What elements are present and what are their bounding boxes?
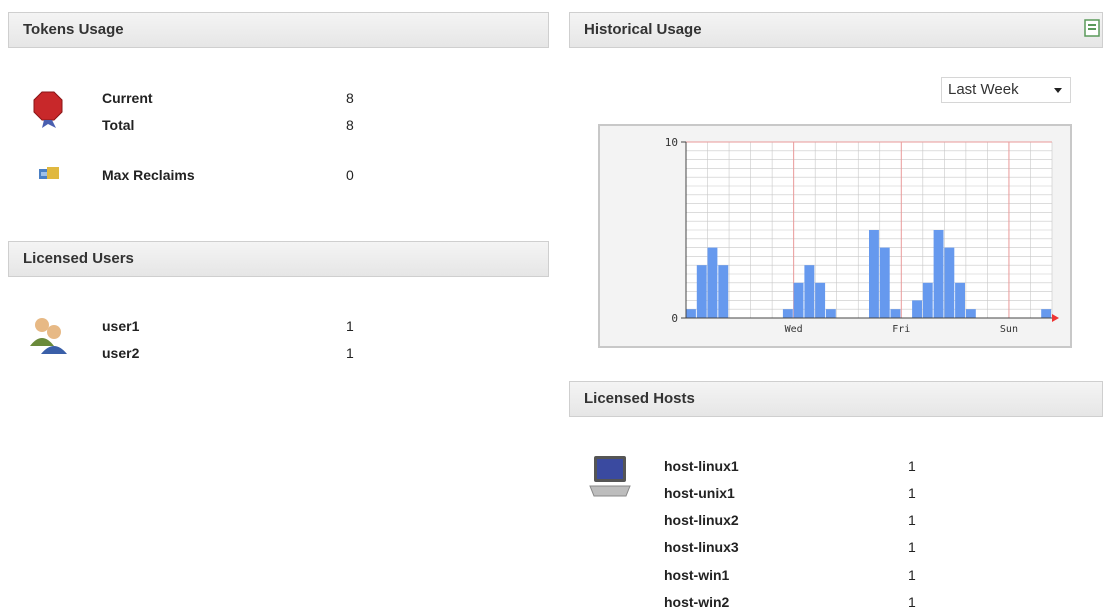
chart-bar — [879, 247, 890, 318]
chart-bar — [718, 265, 729, 318]
host-win2-label: host-win2 — [664, 594, 730, 610]
x-tick-label: Sun — [1000, 324, 1018, 335]
chart-bar — [825, 309, 836, 318]
chart-bar — [696, 265, 707, 318]
host-linux1-label: host-linux1 — [664, 458, 739, 474]
range-select[interactable]: Last Week — [941, 77, 1071, 103]
licensed-users-header: Licensed Users — [8, 241, 549, 277]
token-icon — [33, 91, 63, 128]
chart-bar — [804, 265, 815, 318]
host-linux2-value: 1 — [908, 512, 916, 528]
user1-value: 1 — [346, 318, 354, 334]
max-reclaims-label: Max Reclaims — [102, 167, 195, 183]
user2-label: user2 — [102, 345, 140, 361]
laptop-icon — [589, 456, 631, 497]
total-value: 8 — [346, 117, 354, 133]
user1-label: user1 — [102, 318, 140, 334]
current-label: Current — [102, 90, 153, 106]
x-axis-arrow — [1052, 314, 1059, 322]
y-tick-label: 0 — [671, 312, 678, 325]
chart-bar — [793, 282, 804, 318]
host-win2-value: 1 — [908, 594, 916, 610]
host-unix1-value: 1 — [908, 485, 916, 501]
licensed-hosts-header: Licensed Hosts — [569, 381, 1103, 417]
chart-bar — [707, 247, 718, 318]
chevron-down-icon — [1054, 88, 1062, 93]
range-select-value: Last Week — [948, 81, 1019, 98]
host-linux3-label: host-linux3 — [664, 539, 739, 555]
chart-bar — [944, 247, 955, 318]
total-label: Total — [102, 117, 135, 133]
x-tick-label: Fri — [892, 324, 910, 335]
y-tick-label: 10 — [665, 136, 678, 149]
host-linux2-label: host-linux2 — [664, 512, 739, 528]
current-value: 8 — [346, 90, 354, 106]
usage-chart: 10 0 Wed Fri Sun — [598, 124, 1072, 348]
historical-usage-title: Historical Usage — [584, 21, 702, 38]
tokens-usage-header: Tokens Usage — [8, 12, 549, 48]
chart-bar — [869, 230, 879, 318]
x-tick-label: Wed — [785, 324, 803, 335]
chart-bar — [965, 309, 976, 318]
host-linux1-value: 1 — [908, 458, 916, 474]
export-icon[interactable] — [1084, 18, 1102, 38]
chart-bar — [890, 309, 901, 318]
chart-bar — [815, 282, 826, 318]
licensed-users-title: Licensed Users — [23, 250, 134, 267]
users-icon — [30, 318, 67, 354]
user2-value: 1 — [346, 345, 354, 361]
max-reclaims-value: 0 — [346, 167, 354, 183]
host-unix1-label: host-unix1 — [664, 485, 735, 501]
host-win1-label: host-win1 — [664, 567, 730, 583]
licensed-hosts-title: Licensed Hosts — [584, 390, 695, 407]
usage-chart-svg: 10 0 Wed Fri Sun — [665, 136, 1059, 335]
chart-bar — [955, 282, 965, 318]
host-win1-value: 1 — [908, 567, 916, 583]
reclaim-icon — [39, 167, 59, 179]
tokens-usage-title: Tokens Usage — [23, 21, 124, 38]
chart-bar — [686, 309, 696, 318]
chart-bar — [912, 300, 922, 318]
chart-bar — [933, 230, 944, 318]
chart-bar — [922, 282, 933, 318]
historical-usage-header: Historical Usage — [569, 12, 1103, 48]
chart-bar — [1041, 309, 1052, 318]
chart-bar — [782, 309, 793, 318]
host-linux3-value: 1 — [908, 539, 916, 555]
